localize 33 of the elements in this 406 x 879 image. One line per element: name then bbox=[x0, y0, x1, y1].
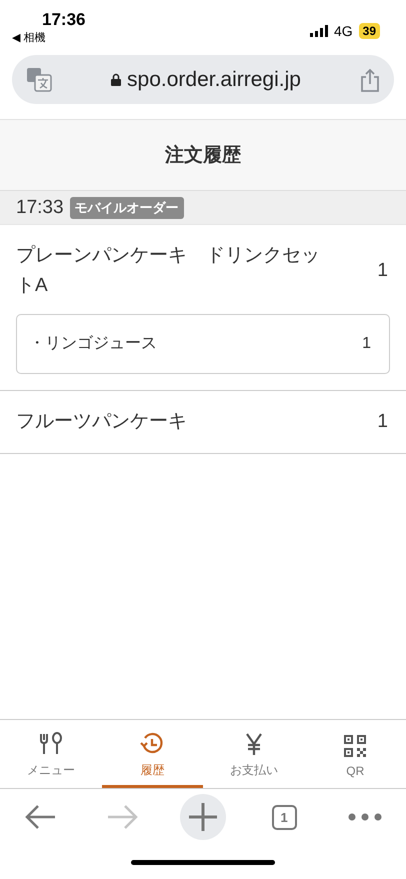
more-dots-icon bbox=[348, 813, 382, 821]
item-name: フルーツパンケーキ bbox=[16, 410, 188, 434]
plus-icon bbox=[188, 802, 218, 832]
translate-icon[interactable] bbox=[26, 66, 52, 92]
address-bar[interactable]: spo.order.airregi.jp bbox=[12, 55, 394, 104]
share-icon[interactable] bbox=[360, 68, 380, 92]
item-quantity: 1 bbox=[377, 410, 389, 433]
tab-switcher-button[interactable]: 1 bbox=[261, 794, 308, 840]
yen-icon bbox=[244, 732, 264, 756]
forward-arrow-icon bbox=[106, 804, 138, 830]
nav-tab[interactable]: メニュー bbox=[0, 720, 102, 788]
option-name: ・リンゴジュース bbox=[29, 334, 157, 354]
nav-tab[interactable]: 履歴 bbox=[102, 720, 203, 788]
option-quantity: 1 bbox=[362, 334, 371, 353]
new-tab-button[interactable] bbox=[180, 794, 226, 840]
network-type: 4G bbox=[334, 23, 353, 39]
page-title: 注文履歴 bbox=[165, 144, 241, 168]
battery-level: 39 bbox=[358, 23, 380, 39]
clock-history-icon bbox=[139, 732, 166, 756]
qr-code-icon bbox=[343, 734, 368, 758]
fork-spoon-icon bbox=[38, 732, 64, 756]
signal-icon bbox=[310, 25, 328, 37]
nav-tab[interactable]: お支払い bbox=[203, 720, 304, 788]
order-type-tag: モバイルオーダー bbox=[70, 196, 184, 218]
url-text: spo.order.airregi.jp bbox=[127, 68, 301, 92]
back-arrow-icon bbox=[24, 804, 57, 830]
clock-time: 17:36 bbox=[41, 10, 86, 30]
order-time: 17:33 bbox=[16, 196, 64, 218]
item-quantity: 1 bbox=[377, 260, 389, 282]
back-to-app-link[interactable]: ◀ 相機 bbox=[12, 30, 86, 45]
lock-icon bbox=[111, 73, 122, 86]
item-name: プレーンパンケーキ ドリンクセットA bbox=[16, 244, 321, 298]
nav-tab[interactable]: QR bbox=[304, 720, 406, 788]
